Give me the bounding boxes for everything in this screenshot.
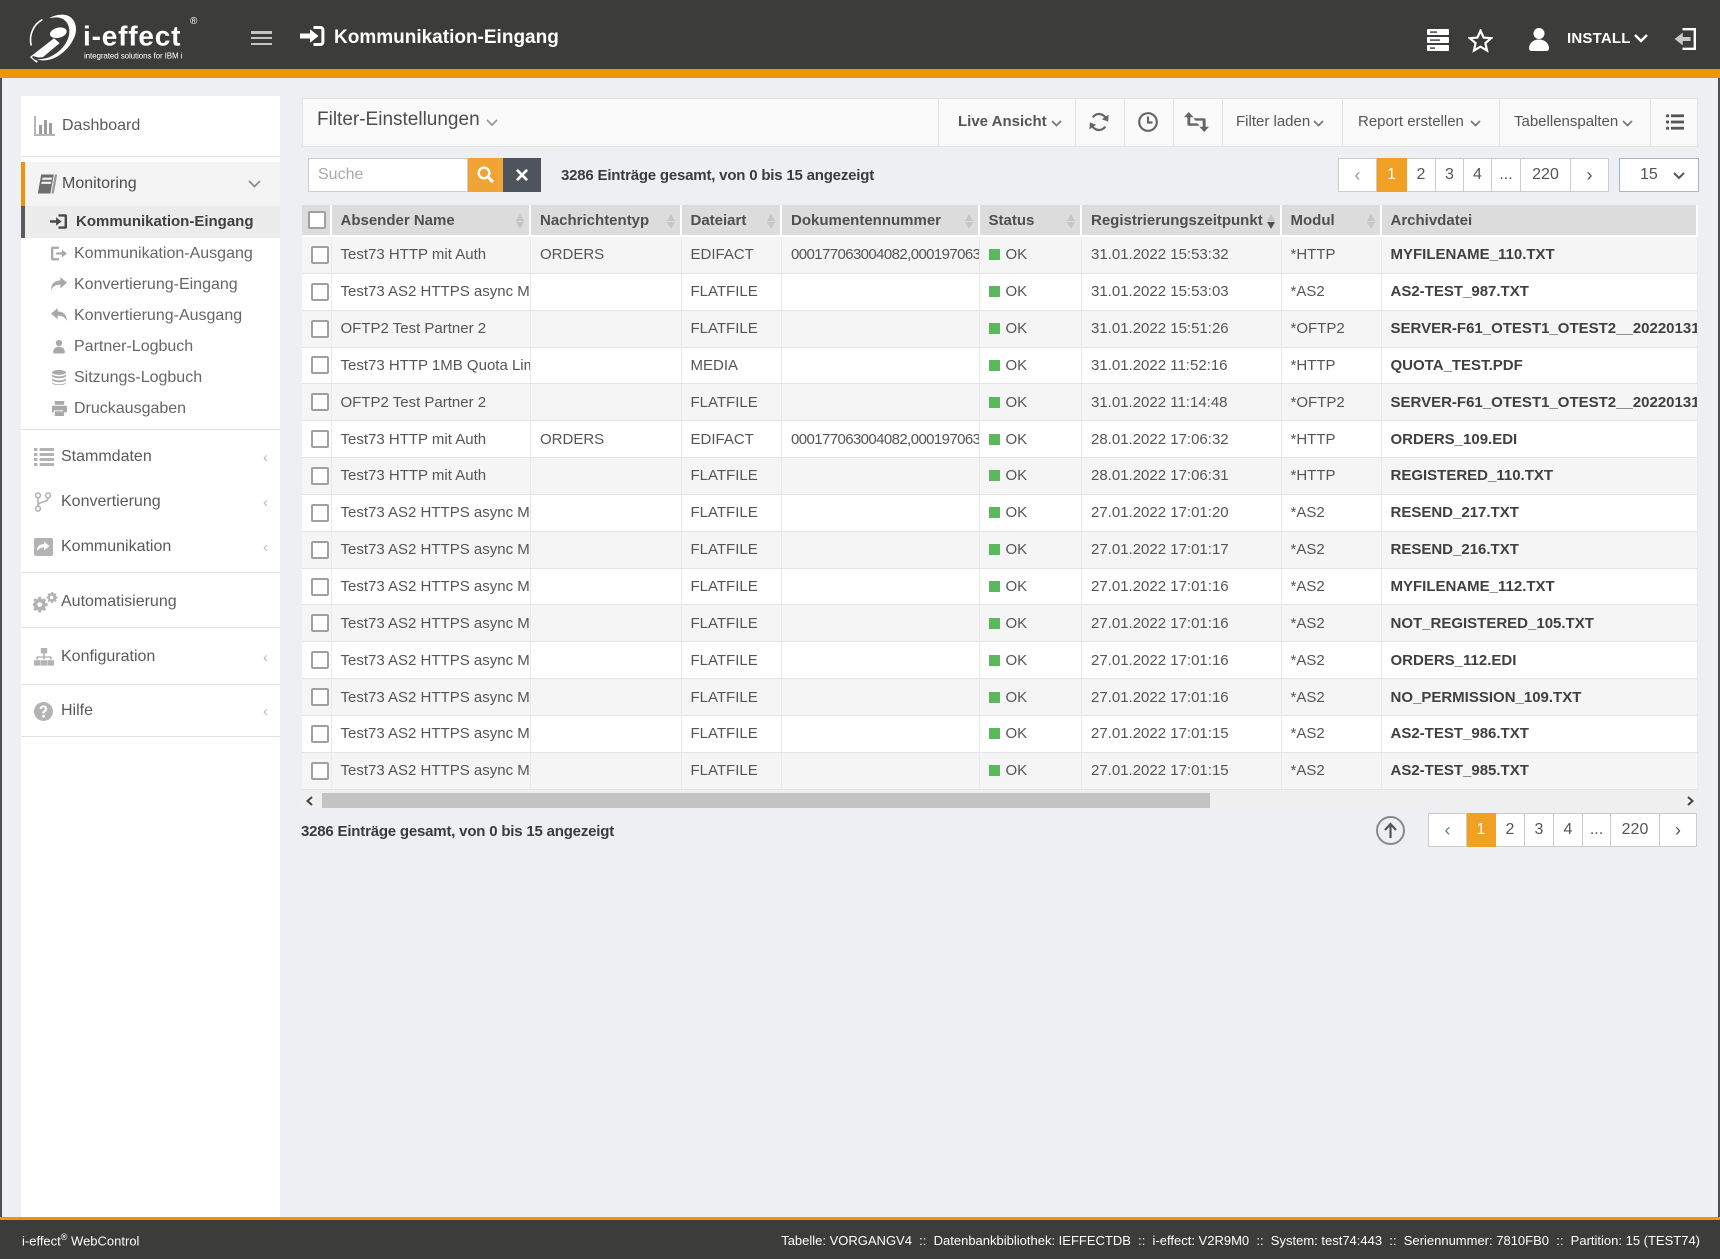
svg-text:®: ® xyxy=(190,16,198,27)
svg-text:integrated solutions for IBM i: integrated solutions for IBM i xyxy=(84,52,183,61)
svg-text:i-effect: i-effect xyxy=(83,21,181,52)
